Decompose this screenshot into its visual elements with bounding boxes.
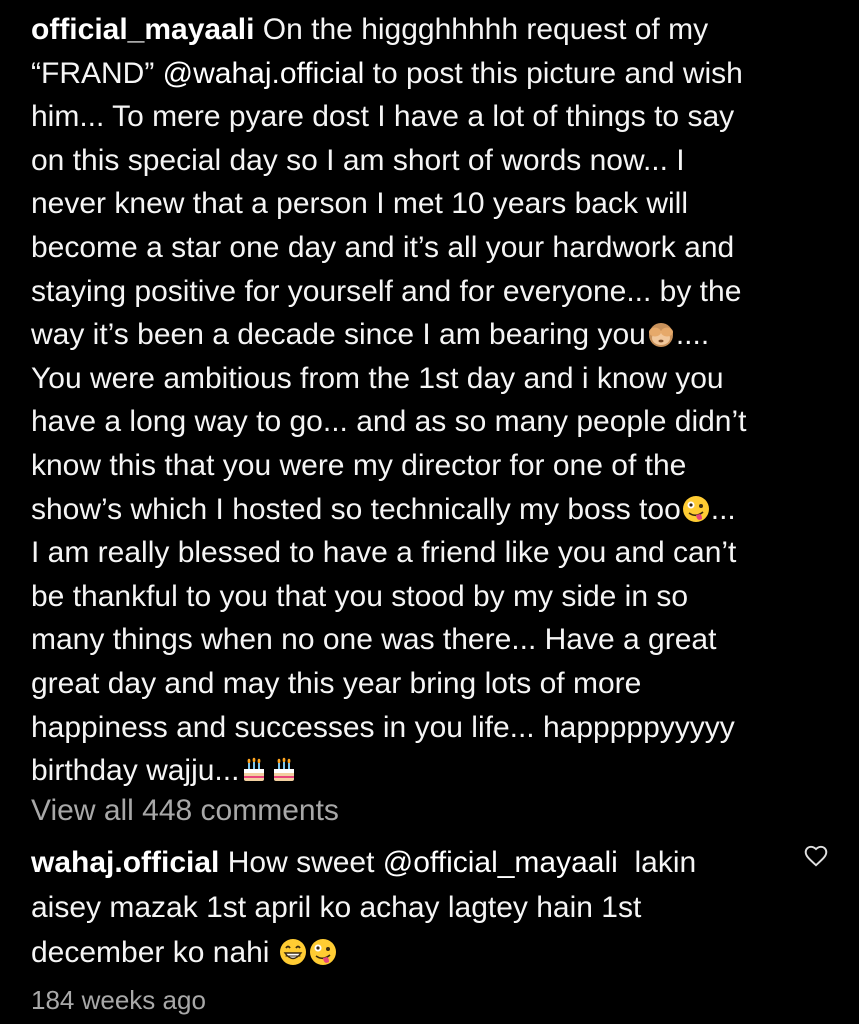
mention-link[interactable]: @official_mayaali [383, 846, 618, 879]
grinning-face-icon [278, 935, 308, 965]
caption-line: be thankful to you that you stood by my … [31, 579, 689, 613]
caption-line: happiness and successes in you life... h… [31, 710, 735, 744]
caption-text: to post this picture and wish [364, 56, 743, 90]
caption-text: On the higgghhhhh request of my [262, 13, 709, 46]
zany-face-icon [308, 935, 338, 965]
caption-line: way it’s been a decade since I am bearin… [31, 313, 836, 357]
post-caption: official_mayaali On the higgghhhhh reque… [31, 8, 836, 793]
comment-timestamp: 184 weeks ago [31, 985, 206, 1015]
caption-line: “FRAND” @wahaj.official to post this pic… [31, 52, 836, 96]
comment-text: lakin [617, 846, 697, 879]
see-no-evil-monkey-icon [646, 318, 676, 348]
caption-line: him... To mere pyare dost I have a lot o… [31, 100, 735, 134]
birthday-cake-icon [269, 754, 299, 784]
caption-text: ... [710, 492, 736, 526]
comment-line: wahaj.official How sweet @official_mayaa… [31, 840, 791, 885]
comment-text: How sweet [227, 846, 383, 879]
zany-face-icon [681, 493, 711, 523]
comment-line: december ko nahi [31, 930, 791, 975]
caption-line: show’s which I hosted so technically my … [31, 488, 836, 532]
caption-line: birthday wajju... [31, 749, 836, 793]
comment-text: december ko nahi [31, 936, 278, 969]
caption-line: have a long way to go... and as so many … [31, 405, 747, 439]
caption-text: .... [675, 318, 710, 352]
comment-author-username[interactable]: wahaj.official [31, 846, 219, 879]
caption-line: I am really blessed to have a friend lik… [31, 536, 737, 570]
mention-link[interactable]: @wahaj.official [163, 57, 365, 90]
caption-text: show’s which I hosted so technically my … [31, 492, 681, 526]
view-all-comments-link[interactable]: View all 448 comments [31, 791, 339, 831]
caption-line: never knew that a person I met 10 years … [31, 187, 688, 221]
comment-item: wahaj.official How sweet @official_mayaa… [31, 840, 791, 975]
caption-line: become a star one day and it’s all your … [31, 230, 735, 264]
caption-text: way it’s been a decade since I am bearin… [31, 318, 646, 352]
caption-line: on this special day so I am short of wor… [31, 143, 685, 177]
caption-text: “FRAND” [31, 56, 163, 90]
caption-line: great day and may this year bring lots o… [31, 666, 642, 700]
birthday-cake-icon [239, 754, 269, 784]
caption-line: staying positive for yourself and for ev… [31, 274, 742, 308]
caption-text: birthday wajju... [31, 754, 240, 788]
heart-outline-icon[interactable] [803, 843, 829, 869]
caption-line: know this that you were my director for … [31, 448, 687, 482]
caption-line: many things when no one was there... Hav… [31, 623, 717, 657]
post-author-username[interactable]: official_mayaali [31, 13, 254, 46]
comment-line: aisey mazak 1st april ko achay lagtey ha… [31, 891, 642, 924]
caption-line: official_mayaali On the higgghhhhh reque… [31, 8, 836, 52]
caption-line: You were ambitious from the 1st day and … [31, 361, 724, 395]
